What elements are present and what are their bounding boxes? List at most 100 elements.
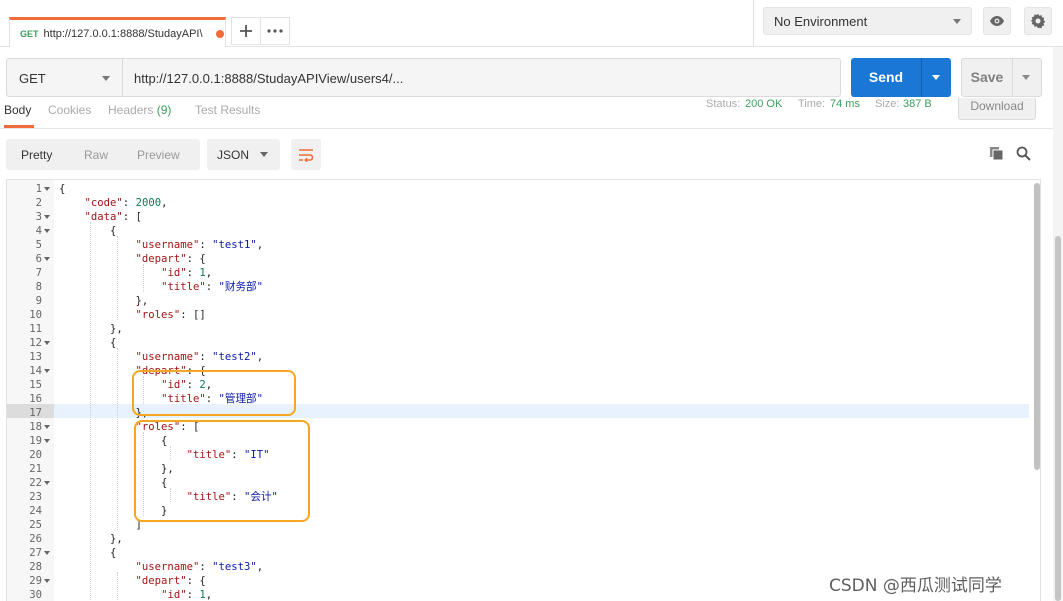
size-label: Size:: [875, 98, 900, 110]
format-value: JSON: [217, 148, 250, 162]
line-number: 4: [35, 225, 42, 237]
fold-arrow-icon[interactable]: [44, 439, 50, 443]
code-line: 5 "username": "test1",: [7, 238, 1027, 252]
copy-button[interactable]: [989, 146, 1004, 166]
tab-body[interactable]: Body: [4, 103, 31, 117]
code-line: 9 },: [7, 294, 1027, 308]
line-number: 25: [29, 519, 42, 531]
tab-strip: GET http://127.0.0.1:8888/StudayAPI\ No …: [0, 0, 1063, 47]
search-icon: [1016, 146, 1031, 161]
tab-method: GET: [20, 28, 39, 39]
code-line: 10 "roles": []: [7, 308, 1027, 322]
code-text: "roles": []: [135, 309, 206, 321]
code-line: 12 {: [7, 336, 1027, 350]
tab-headers[interactable]: Headers (9): [108, 103, 171, 117]
line-number: 1: [35, 183, 42, 195]
line-number: 10: [29, 309, 42, 321]
copy-icon: [990, 147, 1004, 161]
download-button[interactable]: Download: [958, 98, 1036, 120]
line-number: 20: [29, 449, 42, 461]
code-text: {: [59, 183, 66, 195]
line-number: 26: [29, 533, 42, 545]
code-text: "id": 1,: [161, 267, 213, 279]
view-raw[interactable]: Raw: [84, 148, 108, 162]
code-line: 13 "username": "test2",: [7, 350, 1027, 364]
fold-arrow-icon[interactable]: [44, 229, 50, 233]
view-preview[interactable]: Preview: [137, 148, 180, 162]
save-label: Save: [970, 69, 1004, 85]
code-text: },: [59, 295, 149, 307]
request-tab[interactable]: GET http://127.0.0.1:8888/StudayAPI\: [9, 17, 226, 47]
line-number: 7: [35, 267, 42, 279]
response-tabs: Body Cookies Headers (9) Test Results St…: [0, 98, 1063, 129]
fold-arrow-icon[interactable]: [44, 369, 50, 373]
gear-icon: [1030, 13, 1046, 29]
environment-select[interactable]: No Environment: [763, 7, 972, 35]
status-label: Status:: [706, 98, 741, 110]
line-number: 29: [29, 575, 42, 587]
line-number: 24: [29, 505, 42, 517]
tab-cookies[interactable]: Cookies: [48, 103, 91, 117]
chevron-down-icon: [953, 19, 961, 24]
annotation-box-roles: [134, 420, 310, 522]
editor-scrollbar-thumb[interactable]: [1034, 183, 1040, 470]
line-number: 2: [35, 197, 42, 209]
more-icon: [267, 29, 283, 33]
code-line: 11 },: [7, 322, 1027, 336]
view-mode-toggle: Pretty Raw Preview: [6, 139, 200, 170]
line-number: 23: [29, 491, 42, 503]
line-number: 8: [35, 281, 42, 293]
wrap-lines-button[interactable]: [291, 139, 321, 170]
code-line: 8 "title": "财务部": [7, 280, 1027, 294]
environment-selected: No Environment: [774, 14, 868, 29]
time-label: Time:: [798, 98, 826, 110]
tab-headers-label: Headers: [108, 103, 154, 117]
view-pretty[interactable]: Pretty: [21, 148, 52, 162]
environment-settings-button[interactable]: [1024, 7, 1052, 35]
code-line: 6 "depart": {: [7, 252, 1027, 266]
response-body-editor[interactable]: 1{2 "code": 2000, 3 "data": [4 {5 "userna…: [6, 179, 1041, 601]
code-text: {: [59, 225, 117, 237]
fold-arrow-icon[interactable]: [44, 215, 50, 219]
wrap-icon: [299, 148, 314, 162]
tab-test-results[interactable]: Test Results: [195, 103, 260, 117]
size-value: 387 B: [903, 98, 932, 110]
search-button[interactable]: [1016, 146, 1031, 166]
code-text: ]: [59, 519, 142, 531]
code-text: "data": [: [84, 211, 142, 223]
code-line: 1{: [7, 182, 1027, 196]
line-number: 5: [35, 239, 42, 251]
fold-arrow-icon[interactable]: [44, 425, 50, 429]
send-options-chevron-icon[interactable]: [932, 75, 940, 80]
method-select[interactable]: GET: [6, 58, 123, 97]
headers-count: (9): [156, 103, 172, 117]
fold-arrow-icon[interactable]: [44, 551, 50, 555]
code-line: 3 "data": [: [7, 210, 1027, 224]
send-button[interactable]: Send: [851, 58, 951, 97]
eye-icon: [990, 16, 1004, 26]
plus-icon: [240, 25, 252, 37]
fold-arrow-icon[interactable]: [44, 481, 50, 485]
code-text: },: [59, 533, 123, 545]
fold-arrow-icon[interactable]: [44, 341, 50, 345]
window-scrollbar-thumb[interactable]: [1055, 236, 1061, 601]
format-select[interactable]: JSON: [207, 139, 280, 170]
url-input[interactable]: http://127.0.0.1:8888/StudayAPIView/user…: [122, 58, 841, 97]
code-text: {: [59, 547, 117, 559]
code-text: "username": "test3",: [135, 561, 264, 573]
save-button[interactable]: Save: [961, 58, 1042, 97]
fold-arrow-icon[interactable]: [44, 257, 50, 261]
chevron-down-icon: [102, 76, 110, 81]
more-tabs-button[interactable]: [260, 17, 290, 45]
environment-quick-look-button[interactable]: [983, 7, 1011, 35]
divider: [753, 0, 754, 47]
code-text: },: [59, 323, 123, 335]
fold-arrow-icon[interactable]: [44, 187, 50, 191]
code-text: "id": 1,: [161, 589, 213, 601]
save-options-chevron-icon[interactable]: [1022, 75, 1030, 80]
code-text: {: [59, 337, 117, 349]
line-number: 9: [35, 295, 42, 307]
method-value: GET: [19, 71, 46, 86]
fold-arrow-icon[interactable]: [44, 579, 50, 583]
new-tab-button[interactable]: [231, 17, 261, 45]
